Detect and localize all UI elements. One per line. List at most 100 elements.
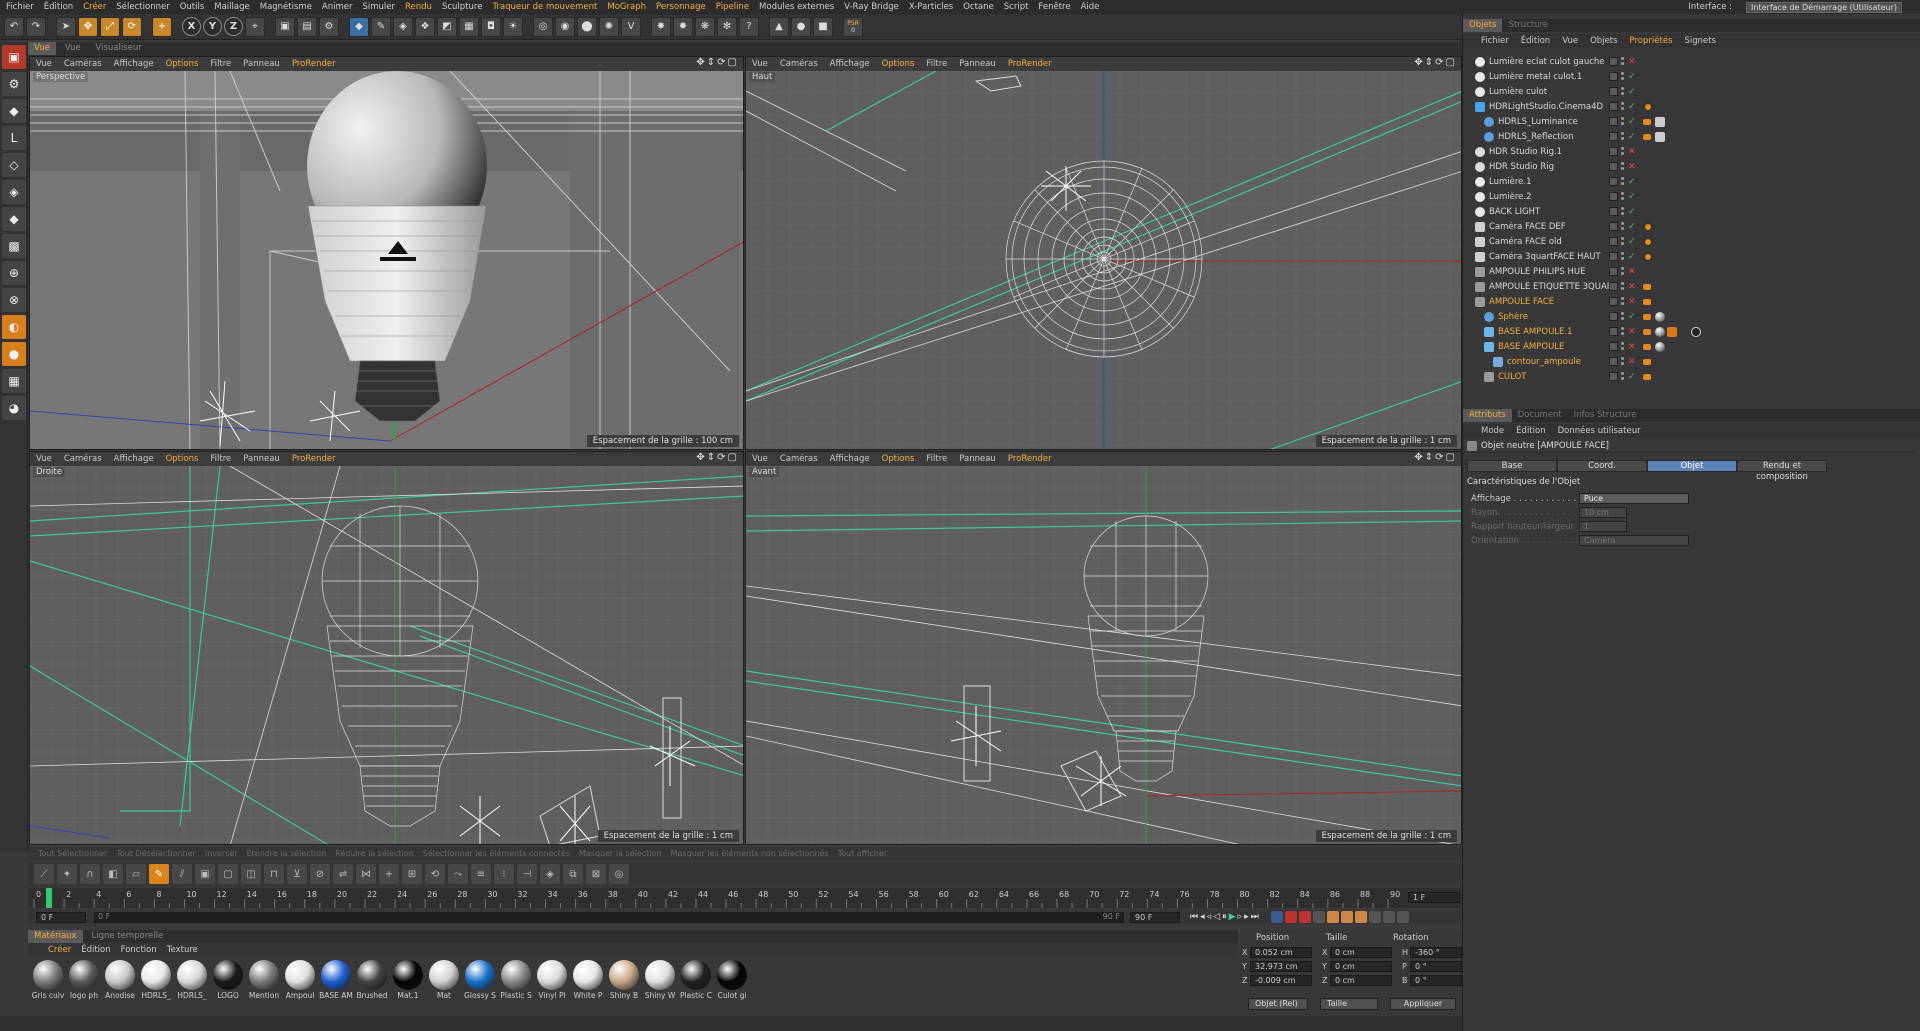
attr-menu-donnees[interactable]: Données utilisateur xyxy=(1558,426,1641,436)
menu-affichage[interactable]: Affichage xyxy=(114,454,154,464)
enabled-icon[interactable]: ✓ xyxy=(1628,312,1636,322)
prev-frame-icon[interactable]: ◃ xyxy=(1207,912,1212,922)
layer-icon[interactable] xyxy=(1609,87,1618,96)
object-name[interactable]: HDRLightStudio.Cinema4D xyxy=(1489,102,1603,112)
points-mode-icon[interactable]: ◇ xyxy=(2,153,26,177)
object-row[interactable]: HDR Studio Rig ✕ xyxy=(1463,159,1920,174)
xparticles-cache-icon[interactable]: ✻ xyxy=(717,16,737,37)
clone-icon[interactable]: ⧉ xyxy=(563,864,583,884)
material-swatch[interactable]: Plastic C xyxy=(679,956,713,1016)
editor-visibility-dot[interactable] xyxy=(1621,372,1624,375)
layer-icon[interactable] xyxy=(1609,342,1618,351)
position-field[interactable]: 0.052 cm xyxy=(1250,946,1312,958)
next-key-icon[interactable]: ▸ xyxy=(1244,912,1249,922)
selection-command[interactable]: Masquer la sélection xyxy=(579,849,662,858)
menu-filtre[interactable]: Filtre xyxy=(210,59,231,69)
menu-options[interactable]: Options xyxy=(166,454,199,464)
menu-options[interactable]: Options xyxy=(166,59,199,69)
tab-structure[interactable]: Structure xyxy=(1502,19,1554,32)
menu-prorender[interactable]: ProRender xyxy=(1008,454,1052,464)
disabled-icon[interactable]: ✕ xyxy=(1628,162,1636,172)
menu-panneau[interactable]: Panneau xyxy=(959,454,996,464)
viewport-nav-icons[interactable]: ✥⇕⟳▢ xyxy=(1414,452,1457,463)
menu-affichage[interactable]: Affichage xyxy=(830,59,870,69)
position-field[interactable]: -0.009 cm xyxy=(1250,974,1312,986)
render-visibility-dot[interactable] xyxy=(1621,167,1624,170)
menu-4[interactable]: Outils xyxy=(180,2,205,12)
auto-key-icon[interactable] xyxy=(1298,911,1311,923)
editor-visibility-dot[interactable] xyxy=(1621,357,1624,360)
render-visibility-dot[interactable] xyxy=(1621,152,1624,155)
plugin-icon-c[interactable]: ■ xyxy=(813,16,833,37)
lock-icon[interactable]: ⊠ xyxy=(586,864,606,884)
editor-visibility-dot[interactable] xyxy=(1621,342,1624,345)
editor-visibility-dot[interactable] xyxy=(1621,252,1624,255)
object-row[interactable]: Sphère ✓ xyxy=(1463,309,1920,324)
editor-visibility-dot[interactable] xyxy=(1621,147,1624,150)
warning-tag-icon[interactable] xyxy=(1667,326,1677,337)
object-row[interactable]: HDR Studio Rig.1 ✕ xyxy=(1463,144,1920,159)
render-visibility-dot[interactable] xyxy=(1621,317,1624,320)
make-editable-icon[interactable]: ▣ xyxy=(2,45,26,69)
display-tag-icon[interactable] xyxy=(1643,298,1651,305)
connect-icon[interactable]: + xyxy=(379,864,399,884)
plugin-icon-a[interactable]: ▲ xyxy=(769,16,789,37)
interface-dropdown[interactable]: Interface de Démarrage (Utilisateur) xyxy=(1746,1,1902,13)
add-tool-icon[interactable]: + xyxy=(152,16,172,37)
display-tag-icon[interactable] xyxy=(1643,313,1651,320)
subtab-base[interactable]: Base xyxy=(1467,460,1557,472)
viewport-front[interactable]: Vue Caméras Affichage Options Filtre Pan… xyxy=(745,451,1462,845)
render-visibility-dot[interactable] xyxy=(1621,227,1624,230)
layer-icon[interactable] xyxy=(1609,102,1618,111)
object-name[interactable]: HDR Studio Rig.1 xyxy=(1489,147,1562,157)
render-visibility-dot[interactable] xyxy=(1621,212,1624,215)
menu-19[interactable]: Script xyxy=(1004,2,1029,12)
object-name[interactable]: contour_ampoule xyxy=(1507,357,1581,367)
editor-visibility-dot[interactable] xyxy=(1621,222,1624,225)
viewport-nav-icons[interactable]: ✥⇕⟳▢ xyxy=(1414,57,1457,68)
bridge-icon[interactable]: ⊓ xyxy=(264,864,284,884)
lock-workplane-icon[interactable]: ▦ xyxy=(2,369,26,393)
display-tag-icon[interactable] xyxy=(1643,358,1651,365)
object-name[interactable]: HDRLS_Reflection xyxy=(1498,132,1574,142)
octane-settings-icon[interactable]: ◉ xyxy=(555,16,575,37)
plane-cut-icon[interactable]: ▱ xyxy=(126,864,146,884)
menu-panneau[interactable]: Panneau xyxy=(959,59,996,69)
selection-command[interactable]: Inverser xyxy=(205,849,238,858)
layer-icon[interactable] xyxy=(1609,72,1618,81)
layer-icon[interactable] xyxy=(1609,312,1618,321)
menu-18[interactable]: Octane xyxy=(963,2,994,12)
enabled-icon[interactable]: ✓ xyxy=(1628,132,1636,142)
menu-15[interactable]: Modules externes xyxy=(759,2,834,12)
material-swatch[interactable]: Shiny W xyxy=(643,956,677,1016)
obj-menu-fichier[interactable]: Fichier xyxy=(1481,36,1509,46)
material-swatch[interactable]: Shiny B xyxy=(607,956,641,1016)
enabled-icon[interactable]: ✓ xyxy=(1628,207,1636,217)
obj-menu-edition[interactable]: Édition xyxy=(1521,36,1550,46)
layer-icon[interactable] xyxy=(1609,372,1618,381)
apply-button[interactable]: Appliquer xyxy=(1390,998,1456,1010)
array-icon[interactable]: ❖ xyxy=(415,16,435,37)
layer-icon[interactable] xyxy=(1609,162,1618,171)
floor-icon[interactable]: ▦ xyxy=(459,16,479,37)
menu-vue[interactable]: Vue xyxy=(36,454,52,464)
pause-icon[interactable]: ⏸ xyxy=(1222,912,1227,922)
menu-affichage[interactable]: Affichage xyxy=(830,454,870,464)
editor-visibility-dot[interactable] xyxy=(1621,207,1624,210)
material-swatch[interactable]: LOGO xyxy=(211,956,245,1016)
position-field[interactable]: 32.973 cm xyxy=(1250,960,1312,972)
obj-menu-objets[interactable]: Objets xyxy=(1590,36,1617,46)
melt-icon[interactable]: ⊣ xyxy=(517,864,537,884)
enabled-icon[interactable]: ✓ xyxy=(1628,237,1636,247)
disabled-icon[interactable]: ✕ xyxy=(1628,267,1636,277)
layer-icon[interactable] xyxy=(1609,282,1618,291)
menu-prorender[interactable]: ProRender xyxy=(292,59,336,69)
display-tag-icon[interactable] xyxy=(1643,283,1651,290)
psr-icon[interactable]: PSR 0 xyxy=(843,16,863,37)
editor-visibility-dot[interactable] xyxy=(1621,192,1624,195)
menu-1[interactable]: Édition xyxy=(44,2,73,12)
material-swatch[interactable]: Gris cuiv xyxy=(31,956,65,1016)
object-row[interactable]: Lumière culot ✓ xyxy=(1463,84,1920,99)
render-visibility-dot[interactable] xyxy=(1621,287,1624,290)
protection-tag-icon[interactable] xyxy=(1643,236,1653,247)
